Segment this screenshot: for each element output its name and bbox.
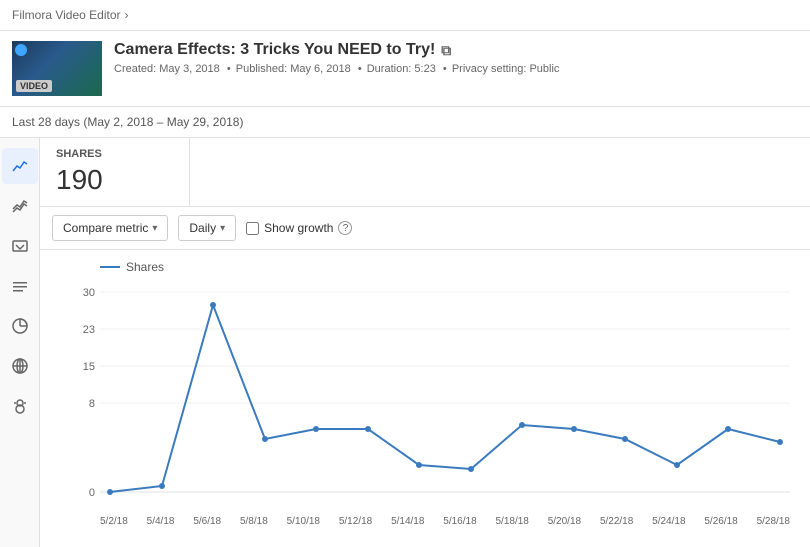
data-point-4 <box>313 426 319 432</box>
data-point-0 <box>107 489 113 495</box>
thumb-icon <box>15 44 27 56</box>
data-point-5 <box>365 426 371 432</box>
svg-text:8: 8 <box>89 398 95 410</box>
compare-metric-label: Compare metric <box>63 221 148 235</box>
video-thumbnail: VIDEO <box>12 41 102 96</box>
subtitles-icon[interactable] <box>2 388 38 424</box>
x-label-12: 5/26/18 <box>704 516 737 527</box>
x-label-0: 5/2/18 <box>100 516 128 527</box>
x-label-13: 5/28/18 <box>757 516 790 527</box>
compare-metric-button[interactable]: Compare metric ▾ <box>52 215 168 241</box>
shares-label: SHARES <box>56 148 173 160</box>
published-date: Published: May 6, 2018 <box>236 63 351 75</box>
duration: Duration: 5:23 <box>367 63 436 75</box>
stats-bar: SHARES 190 <box>40 138 810 207</box>
privacy-setting: Privacy setting: Public <box>452 63 560 75</box>
x-label-4: 5/10/18 <box>287 516 320 527</box>
chart-svg: 30 23 15 8 0 <box>60 282 790 512</box>
reach-icon[interactable] <box>2 228 38 264</box>
show-growth-text: Show growth <box>264 221 333 235</box>
data-point-7 <box>468 466 474 472</box>
sidebar <box>0 138 40 547</box>
trends-icon[interactable] <box>2 188 38 224</box>
video-title-text: Camera Effects: 3 Tricks You NEED to Try… <box>114 41 435 59</box>
chart-container: 30 23 15 8 0 <box>60 282 790 512</box>
data-point-1 <box>159 483 165 489</box>
daily-label: Daily <box>189 221 216 235</box>
daily-button[interactable]: Daily ▾ <box>178 215 236 241</box>
audience-icon[interactable] <box>2 348 38 384</box>
breadcrumb-parent[interactable]: Filmora Video Editor <box>12 8 121 22</box>
video-title: Camera Effects: 3 Tricks You NEED to Try… <box>114 41 798 59</box>
data-point-12 <box>725 426 731 432</box>
x-label-10: 5/22/18 <box>600 516 633 527</box>
legend-label: Shares <box>126 260 164 274</box>
data-point-11 <box>674 462 680 468</box>
x-label-1: 5/4/18 <box>147 516 175 527</box>
chart-area: Shares 30 23 15 8 0 <box>40 250 810 547</box>
help-icon[interactable]: ? <box>338 221 352 235</box>
breadcrumb-separator: › <box>125 8 129 22</box>
daily-arrow: ▾ <box>220 223 225 234</box>
x-label-9: 5/20/18 <box>548 516 581 527</box>
revenue-icon[interactable] <box>2 308 38 344</box>
data-point-13 <box>777 439 783 445</box>
video-info: VIDEO Camera Effects: 3 Tricks You NEED … <box>0 31 810 107</box>
chart-legend: Shares <box>100 260 790 274</box>
compare-metric-arrow: ▾ <box>152 223 157 234</box>
show-growth-label[interactable]: Show growth ? <box>246 221 352 235</box>
shares-stat-block: SHARES 190 <box>40 138 190 206</box>
x-label-11: 5/24/18 <box>652 516 685 527</box>
data-point-8 <box>519 422 525 428</box>
x-axis: 5/2/18 5/4/18 5/6/18 5/8/18 5/10/18 5/12… <box>100 516 790 527</box>
top-bar: Filmora Video Editor › <box>0 0 810 31</box>
video-meta: Created: May 3, 2018 • Published: May 6,… <box>114 63 798 75</box>
content-area: SHARES 190 Compare metric ▾ Daily ▾ Show… <box>40 138 810 547</box>
data-point-10 <box>622 436 628 442</box>
svg-text:0: 0 <box>89 487 95 499</box>
share-icon[interactable]: ⧉ <box>441 42 451 59</box>
data-point-3 <box>262 436 268 442</box>
created-date: Created: May 3, 2018 <box>114 63 220 75</box>
date-range: Last 28 days (May 2, 2018 – May 29, 2018… <box>0 107 810 138</box>
show-growth-checkbox[interactable] <box>246 222 259 235</box>
svg-text:23: 23 <box>83 324 95 336</box>
data-point-9 <box>571 426 577 432</box>
svg-text:30: 30 <box>83 287 95 299</box>
x-label-8: 5/18/18 <box>496 516 529 527</box>
data-point-6 <box>416 462 422 468</box>
x-label-5: 5/12/18 <box>339 516 372 527</box>
video-details: Camera Effects: 3 Tricks You NEED to Try… <box>114 41 798 75</box>
x-label-2: 5/6/18 <box>193 516 221 527</box>
x-label-6: 5/14/18 <box>391 516 424 527</box>
legend-line <box>100 266 120 268</box>
controls-bar: Compare metric ▾ Daily ▾ Show growth ? <box>40 207 810 250</box>
analytics-icon[interactable] <box>2 148 38 184</box>
shares-value: 190 <box>56 164 173 196</box>
x-label-3: 5/8/18 <box>240 516 268 527</box>
x-label-7: 5/16/18 <box>443 516 476 527</box>
engagement-icon[interactable] <box>2 268 38 304</box>
video-badge: VIDEO <box>16 80 52 92</box>
data-point-2 <box>210 302 216 308</box>
svg-text:15: 15 <box>83 361 95 373</box>
